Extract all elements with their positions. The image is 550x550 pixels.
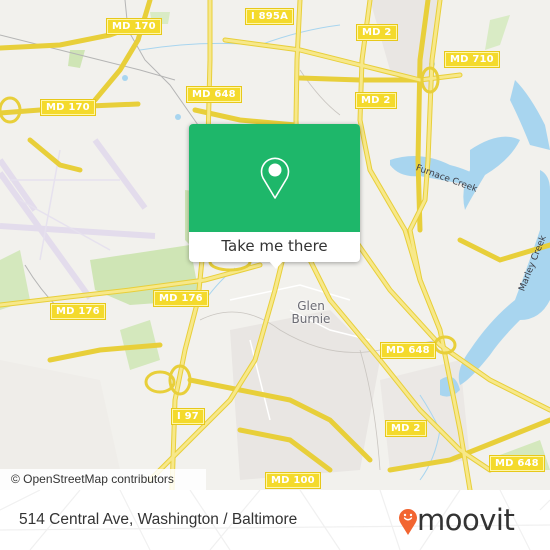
popup-header	[189, 124, 360, 232]
road-shield: MD 648	[380, 342, 436, 359]
location-popup: Take me there	[189, 124, 360, 269]
location-pin-icon	[260, 157, 290, 199]
moovit-smile-pin-icon	[399, 509, 417, 535]
road-shield: MD 2	[355, 92, 397, 109]
moovit-wordmark: moovit	[417, 503, 515, 537]
road-shield: I 895A	[244, 8, 295, 25]
road-shield: MD 170	[106, 18, 162, 35]
address-text: 514 Central Ave, Washington / Baltimore	[19, 511, 298, 528]
road-shield: MD 648	[489, 455, 545, 472]
map-view[interactable]: MD 170 I 895A MD 2 MD 710 MD 648 MD 2 MD…	[0, 0, 550, 490]
road-shield: MD 710	[444, 51, 500, 68]
map-attribution[interactable]: © OpenStreetMap contributors	[0, 469, 206, 490]
road-shield: MD 2	[356, 24, 398, 41]
road-shield: MD 176	[153, 290, 209, 307]
road-shield: MD 170	[40, 99, 96, 116]
road-shield: MD 648	[186, 86, 242, 103]
town-label-glen-burnie: Glen Burnie	[291, 299, 331, 326]
footer-bar: 514 Central Ave, Washington / Baltimore …	[0, 490, 550, 550]
popup-pointer	[268, 260, 284, 269]
road-shield: I 97	[171, 408, 205, 425]
road-shield: MD 176	[50, 303, 106, 320]
take-me-there-button[interactable]: Take me there	[189, 232, 360, 262]
road-shield: MD 2	[385, 420, 427, 437]
moovit-logo[interactable]: moovit	[398, 504, 538, 538]
landuse-area	[0, 360, 120, 470]
park-area	[485, 15, 510, 50]
road-shield: MD 100	[265, 472, 321, 489]
